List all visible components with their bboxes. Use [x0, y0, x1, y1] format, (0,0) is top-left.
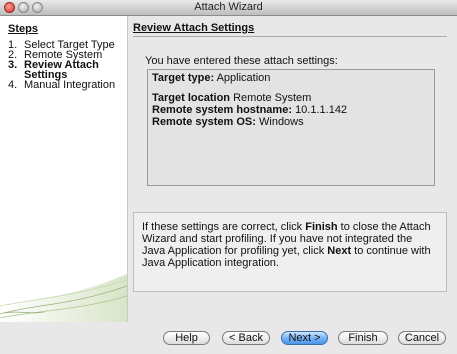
- hostname-row: Remote system hostname: 10.1.1.142: [152, 104, 348, 116]
- window-title: Attach Wizard: [194, 1, 263, 13]
- next-button[interactable]: Next >: [281, 331, 328, 345]
- back-button[interactable]: < Back: [222, 331, 270, 345]
- intro-text: You have entered these attach settings:: [145, 55, 338, 67]
- page-title: Review Attach Settings: [133, 22, 255, 34]
- heading-divider: [133, 36, 447, 37]
- cancel-button[interactable]: Cancel: [398, 331, 446, 345]
- step-number: 4.: [8, 79, 18, 91]
- help-button[interactable]: Help: [163, 331, 210, 345]
- steps-list: 1. Select Target Type 2. Remote System 3…: [8, 40, 123, 91]
- settings-summary-box[interactable]: Target type: Application Target location…: [147, 69, 435, 186]
- step-label: Manual Integration: [24, 79, 116, 91]
- steps-panel: Steps 1. Select Target Type 2. Remote Sy…: [0, 16, 128, 322]
- title-bar: Attach Wizard: [0, 0, 457, 16]
- help-info-panel: If these settings are correct, click Fin…: [133, 212, 447, 292]
- finish-button[interactable]: Finish: [338, 331, 388, 345]
- target-location-row: Target location Remote System: [152, 92, 312, 104]
- os-row: Remote system OS: Windows: [152, 116, 304, 128]
- attach-wizard-window: Attach Wizard Steps 1. Select Target Typ…: [0, 0, 457, 354]
- target-type-row: Target type: Application: [152, 72, 271, 84]
- step-review-attach-settings: 3. Review Attach Settings: [8, 59, 123, 81]
- step-number: 3.: [8, 59, 18, 71]
- steps-heading: Steps: [8, 23, 38, 35]
- decorative-swirl-graphic: [0, 274, 127, 322]
- step-label: Review Attach Settings: [24, 59, 99, 81]
- step-manual-integration: 4. Manual Integration: [8, 79, 123, 91]
